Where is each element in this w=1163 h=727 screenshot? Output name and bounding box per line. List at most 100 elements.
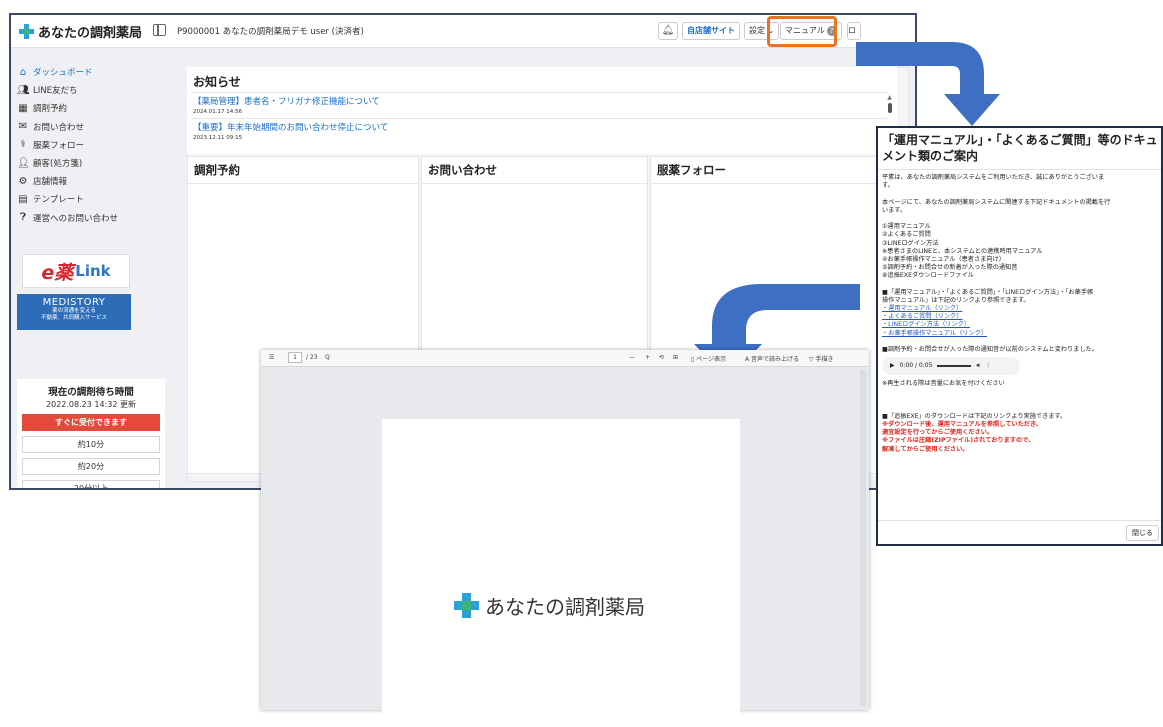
sidebar-item-dashboard[interactable]: ⌂ ダッシュボード xyxy=(17,63,118,81)
more-options-icon[interactable]: ⋮ xyxy=(985,362,991,370)
sidebar-item-templates[interactable]: ▤ テンプレート xyxy=(17,190,118,208)
document-text-line: す。 xyxy=(882,182,894,190)
settings-label: 設定 xyxy=(749,26,765,35)
bell-icon[interactable]: 🔔︎ xyxy=(658,22,678,40)
banner-link-text: Link xyxy=(75,262,111,280)
document-lines-2: ※再生される際は音量にお気を付けください ■「追振EXE」のダウンロードは下記のリ… xyxy=(882,380,1157,454)
account-label: P9000001 あなたの調剤薬局デモ user (決済者) xyxy=(177,27,364,37)
e-yaku-link-banner[interactable]: e薬 Link xyxy=(22,254,130,288)
app-logo[interactable]: あなたの調剤薬局 xyxy=(19,22,142,41)
news-title: お知らせ xyxy=(193,75,241,89)
users-icon: 👥︎ xyxy=(17,84,30,96)
document-text-line: ④お薬手帳操作マニュアル（患者さま向け） xyxy=(882,255,1005,263)
manual-document-panel: 「運用マニュアル」・「よくあるご質問」等のドキュメント類のご案内 平素は、あなた… xyxy=(876,126,1163,546)
card-title: 調剤予約 xyxy=(188,157,418,184)
sidebar-item-store-info[interactable]: ⚙ 店舗情報 xyxy=(17,172,118,190)
sidebar-item-inquiry[interactable]: ✉ お問い合わせ xyxy=(17,118,118,136)
manual-link[interactable]: ・お薬手帳操作マニュアル（リンク） xyxy=(882,330,1157,338)
wait-time-title: 現在の調剤待ち時間 xyxy=(48,387,134,398)
news-item-link[interactable]: 【薬局管理】患者名・フリガナ修正機能について xyxy=(193,95,380,107)
pdf-document-area[interactable]: あなたの調剤薬局 xyxy=(261,367,869,727)
document-text-line: 本ページにて、あなたの調剤薬局システムに関連する下記ドキュメントの掲載を行 xyxy=(882,198,1111,206)
manual-link[interactable]: ・LINEログイン方法（リンク） xyxy=(882,321,1157,329)
divider xyxy=(191,118,887,119)
play-icon[interactable]: ▶ xyxy=(890,362,895,370)
document-text-line: ③LINEログイン方法 xyxy=(882,239,939,247)
sidebar-item-label: 運営へのお問い合わせ xyxy=(33,213,119,224)
sidebar-item-line-friends[interactable]: 👥︎ LINE友だち xyxy=(17,81,118,99)
pdf-scrollbar[interactable] xyxy=(860,370,866,706)
pdf-toolbar-tools: ▽ 手描き xyxy=(261,350,869,367)
document-text-line: 平素は、あなたの調剤薬局システムをご利用いただき、誠にありがとうございま xyxy=(882,174,1105,181)
pharmacy-cross-icon xyxy=(19,24,34,39)
news-panel: お知らせ 【薬局管理】患者名・フリガナ修正機能について 2024.01.17 1… xyxy=(187,67,897,154)
sidebar-item-reservation[interactable]: ▦ 調剤予約 xyxy=(17,99,118,117)
news-item-link[interactable]: 【重要】年末年始期間のお問い合わせ停止について xyxy=(193,121,388,133)
document-lines: 平素は、あなたの調剤薬局システムをご利用いただき、誠にありがとうございま す。本ペ… xyxy=(882,174,1157,354)
document-text-line: ⑥追振EXEダウンロードファイル xyxy=(882,272,974,280)
card-title: お問い合わせ xyxy=(422,157,647,184)
medistory-title: MEDISTORY xyxy=(42,297,106,308)
app-logo-text: あなたの調剤薬局 xyxy=(38,26,143,41)
pdf-logo: あなたの調剤薬局 xyxy=(454,591,645,620)
draw-label: 手描き xyxy=(815,356,834,363)
medicine-icon: ⚕ xyxy=(20,139,26,151)
wait-option-over20-button[interactable]: 20分以上 xyxy=(22,480,160,488)
sidebar-item-label: 顧客(処方箋) xyxy=(33,159,83,170)
medistory-line2: 不動薬、共同購入サービス xyxy=(40,315,107,321)
sidebar-item-label: テンプレート xyxy=(33,195,84,206)
draw-button[interactable]: ▽ 手描き xyxy=(809,354,834,363)
pharmacy-cross-icon xyxy=(454,593,479,618)
document-title: 「運用マニュアル」・「よくあるご質問」等のドキュメント類のご案内 xyxy=(882,133,1158,163)
manual-highlight-box xyxy=(767,16,837,47)
calendar-icon: ▦ xyxy=(18,102,28,114)
divider xyxy=(878,169,1161,170)
sidebar-toggle-icon[interactable] xyxy=(153,24,166,36)
document-text-line: ※ファイルは圧縮(ZIPファイル)されておりますので、 xyxy=(882,437,1035,445)
news-item-date: 2024.01.17 14:56 xyxy=(193,109,243,115)
home-icon: ⌂ xyxy=(19,66,27,78)
volume-icon[interactable]: 🔊︎ xyxy=(976,362,980,370)
wait-option-now-button[interactable]: すぐに受付できます xyxy=(22,414,160,431)
wait-time-updated: 2022.08.23 14:32 更新 xyxy=(46,400,136,409)
sidebar-item-medication-follow[interactable]: ⚕ 服薬フォロー xyxy=(17,136,118,154)
sidebar-item-label: 店舗情報 xyxy=(33,177,68,188)
question-icon: ❓︎ xyxy=(19,212,26,224)
document-icon: ▤ xyxy=(18,193,28,205)
sidebar-nav: ⌂ ダッシュボード 👥︎ LINE友だち ▦ 調剤予約 ✉ お問い合わせ ⚕ 服薬フォロー… xyxy=(17,63,118,227)
audio-progress-bar[interactable] xyxy=(937,365,972,368)
close-button[interactable]: 閉じる xyxy=(1126,525,1159,541)
wait-option-20min-button[interactable]: 約20分 xyxy=(22,458,160,475)
medistory-line1: 薬の流通を変える xyxy=(52,308,96,314)
store-site-button[interactable]: 自店舗サイト xyxy=(682,22,740,40)
sidebar-item-label: 服薬フォロー xyxy=(33,140,85,151)
manual-link[interactable]: ・運用マニュアル（リンク） xyxy=(882,305,1157,313)
pdf-logo-text: あなたの調剤薬局 xyxy=(485,595,645,619)
banner-e-text: e薬 xyxy=(41,261,74,284)
sidebar-item-support[interactable]: ❓︎ 運営へのお問い合わせ xyxy=(17,209,118,227)
arrow-icon xyxy=(856,42,1000,126)
wait-option-10min-button[interactable]: 約10分 xyxy=(22,436,160,453)
medistory-banner[interactable]: MEDISTORY 薬の流通を変える 不動薬、共同購入サービス xyxy=(17,294,131,330)
document-text-line: ※再生される際は音量にお気を付けください xyxy=(882,380,1005,388)
audio-player[interactable]: ▶ 0:00 / 0:05 🔊︎ ⋮ xyxy=(882,357,1020,376)
gear-icon: ⚙ xyxy=(18,175,28,187)
sidebar-item-customers[interactable]: 👤︎ 顧客(処方箋) xyxy=(17,154,118,172)
card-title: 服薬フォロー xyxy=(651,157,896,184)
news-item-date: 2023.12.11 09:15 xyxy=(193,135,243,141)
sidebar-item-label: LINE友だち xyxy=(33,86,78,97)
document-text-line: ■調剤予約・お問合せが入った際の通知音が以前のシステムと変わりました。 xyxy=(882,345,1099,353)
pdf-viewer: ☰ 1 / 23 Q — + ⟲ ⊞ ▯ ページ表示 A 音声で読み上げる ▽ … xyxy=(261,350,869,727)
sidebar-item-label: お問い合わせ xyxy=(33,122,85,133)
document-text-line: ■「運用マニュアル」・「よくあるご質問」・「LINEログイン方法」・「お薬手帳 xyxy=(882,288,1094,296)
document-text-line: います。 xyxy=(882,206,907,214)
pdf-page: あなたの調剤薬局 xyxy=(382,419,740,727)
audio-time: 0:00 / 0:05 xyxy=(899,362,933,370)
document-footer: 閉じる xyxy=(878,520,1161,544)
document-text-line: ※患者さまのLINEと、本システムとの連携時用マニュアル xyxy=(882,247,1043,255)
